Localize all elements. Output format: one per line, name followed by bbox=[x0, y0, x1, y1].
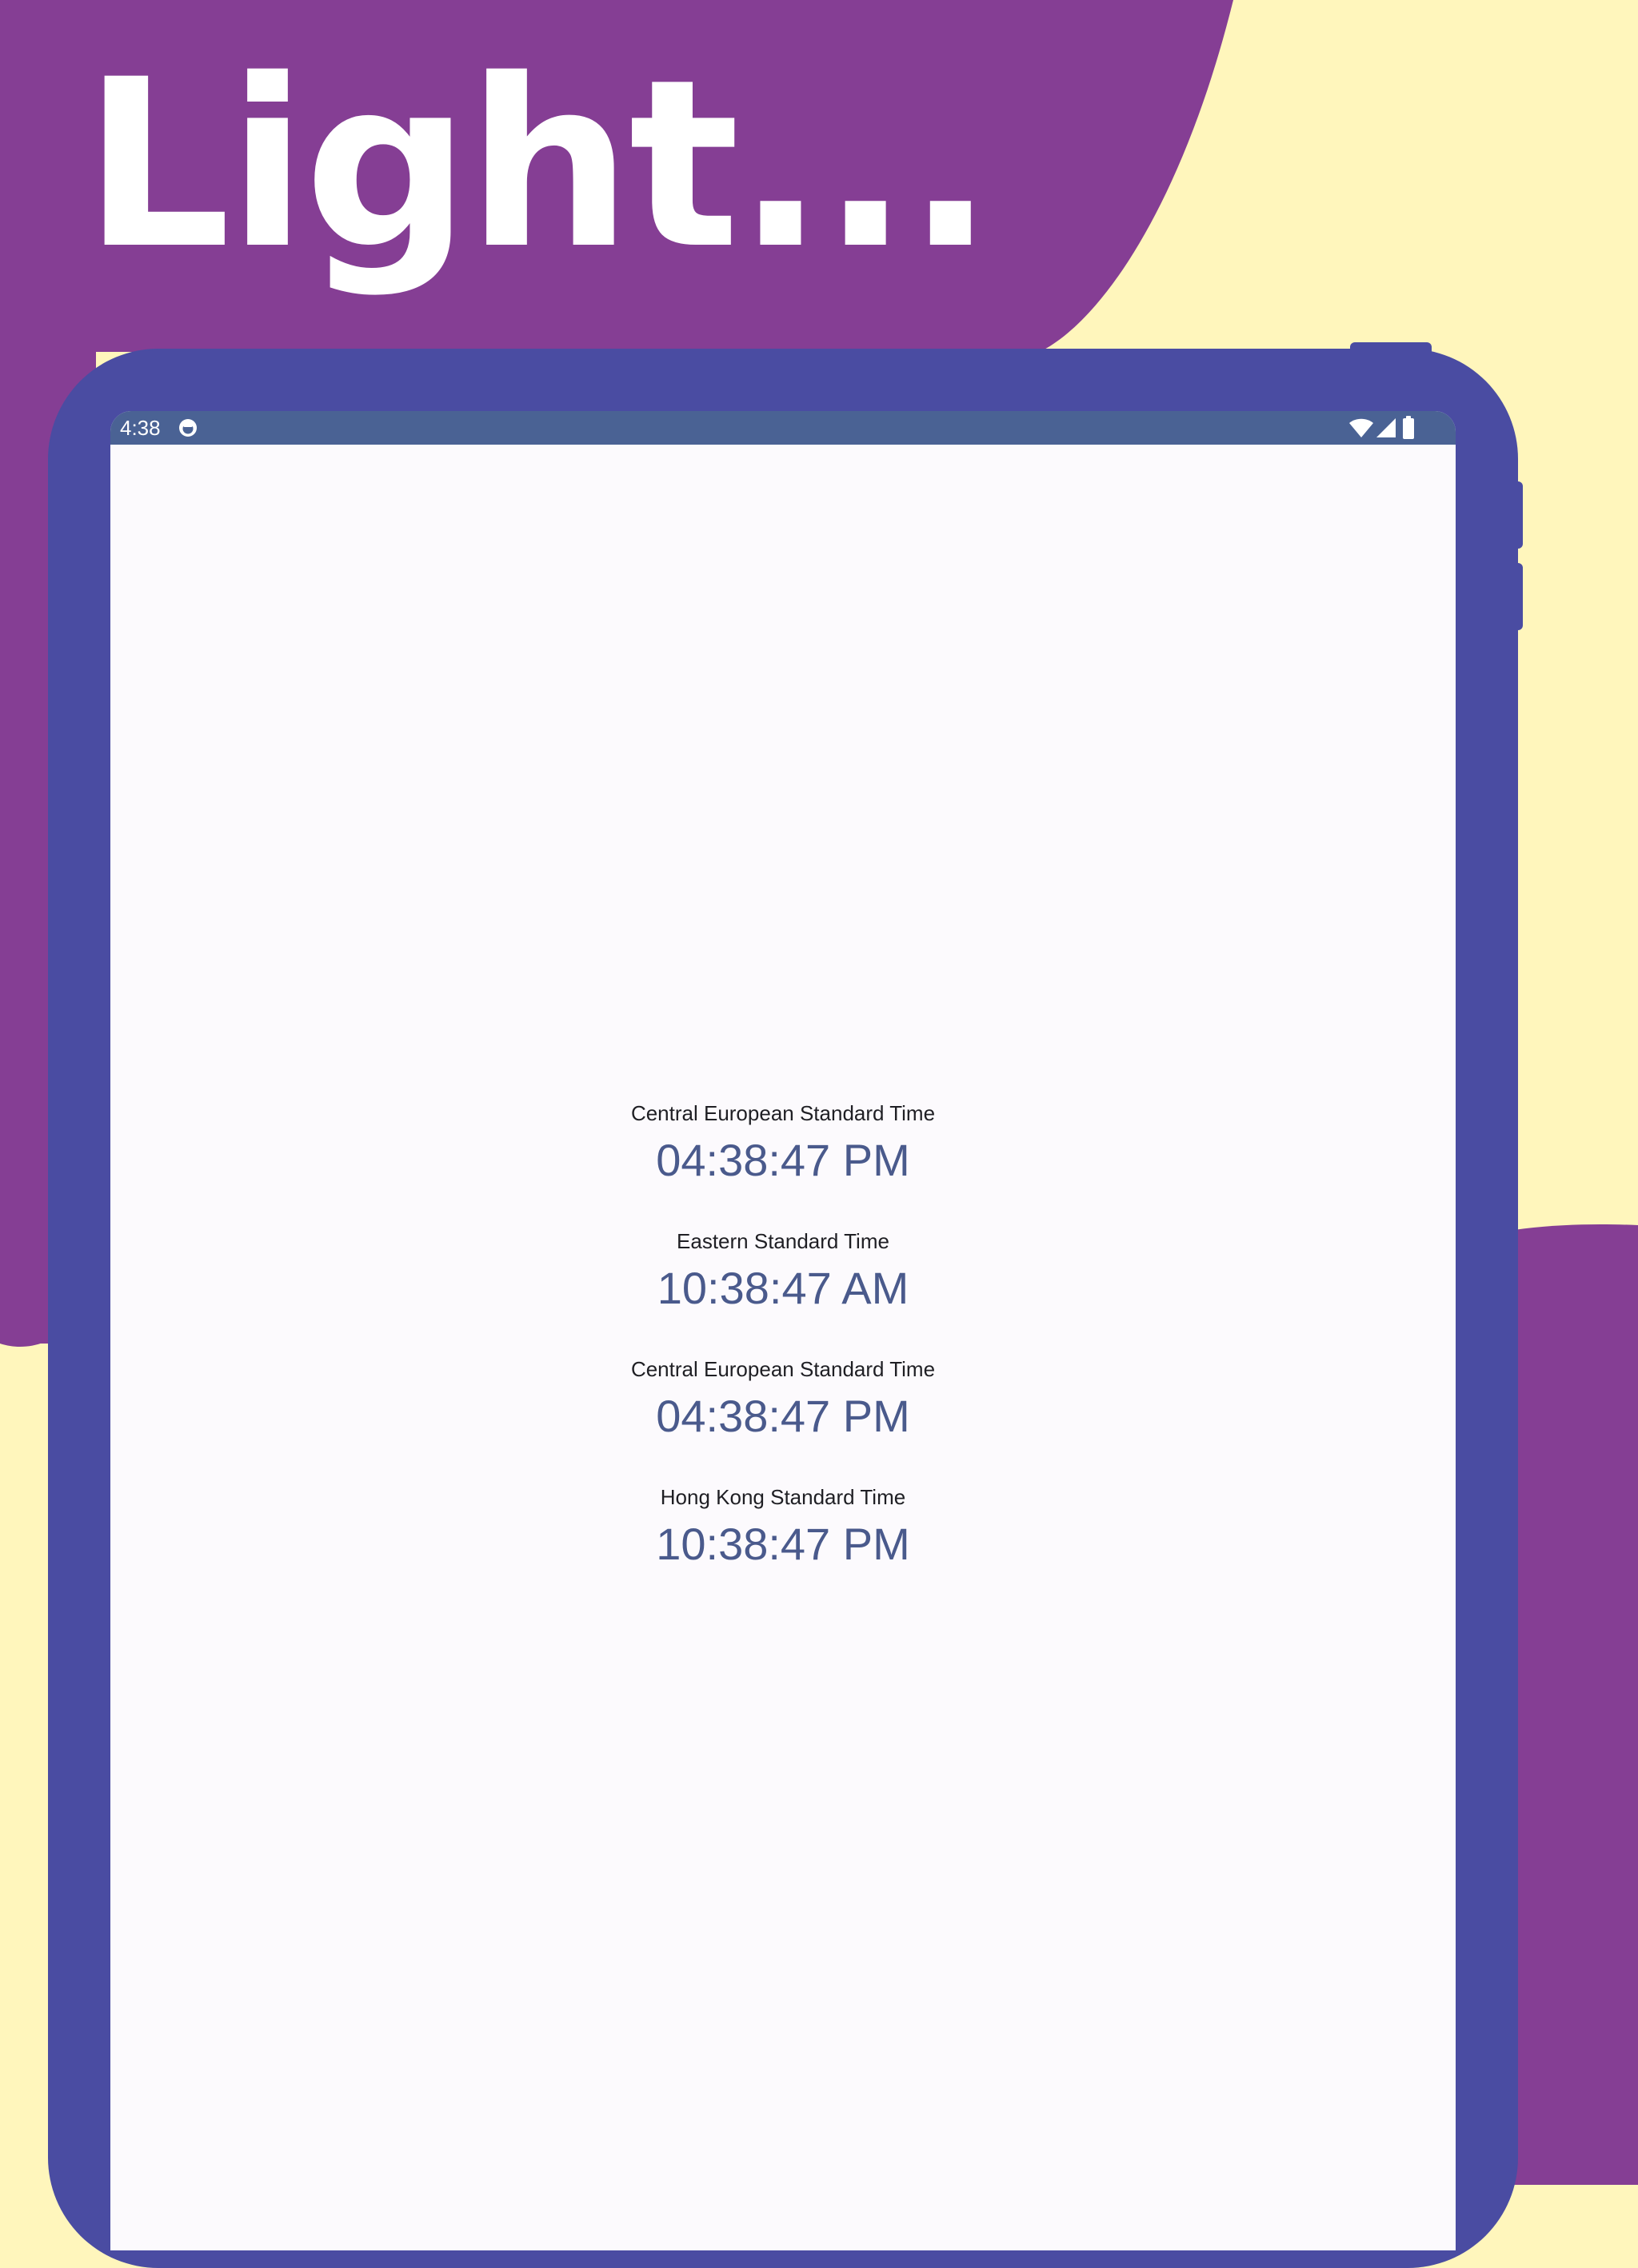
clock-item: Central European Standard Time 04:38:47 … bbox=[110, 1097, 1456, 1225]
notification-icon bbox=[179, 419, 197, 437]
headline: Light... bbox=[83, 30, 994, 300]
timezone-time: 10:38:47 AM bbox=[657, 1263, 909, 1313]
tablet-screen: 4:38 Central European Standard Time 04:3… bbox=[110, 411, 1456, 2250]
bottom-right-purple-blob bbox=[1504, 1224, 1638, 2185]
clock-item: Central European Standard Time 04:38:47 … bbox=[110, 1353, 1456, 1481]
battery-icon bbox=[1403, 416, 1414, 439]
timezone-name: Central European Standard Time bbox=[630, 1101, 936, 1125]
status-bar: 4:38 bbox=[110, 411, 1456, 445]
signal-icon bbox=[1376, 418, 1396, 437]
timezone-name: Eastern Standard Time bbox=[677, 1229, 889, 1253]
timezone-time: 10:38:47 PM bbox=[656, 1519, 910, 1569]
clock-item: Eastern Standard Time 10:38:47 AM bbox=[110, 1225, 1456, 1353]
timezone-time: 04:38:47 PM bbox=[656, 1391, 910, 1441]
timezone-time: 04:38:47 PM bbox=[656, 1135, 910, 1185]
status-time: 4:38 bbox=[120, 416, 161, 440]
wifi-icon bbox=[1349, 418, 1373, 437]
clock-item: Hong Kong Standard Time 10:38:47 PM bbox=[110, 1481, 1456, 1609]
timezone-name: Central European Standard Time bbox=[630, 1357, 936, 1381]
timezone-name: Hong Kong Standard Time bbox=[660, 1485, 906, 1509]
world-clock-list: Central European Standard Time 04:38:47 … bbox=[110, 1097, 1456, 1609]
